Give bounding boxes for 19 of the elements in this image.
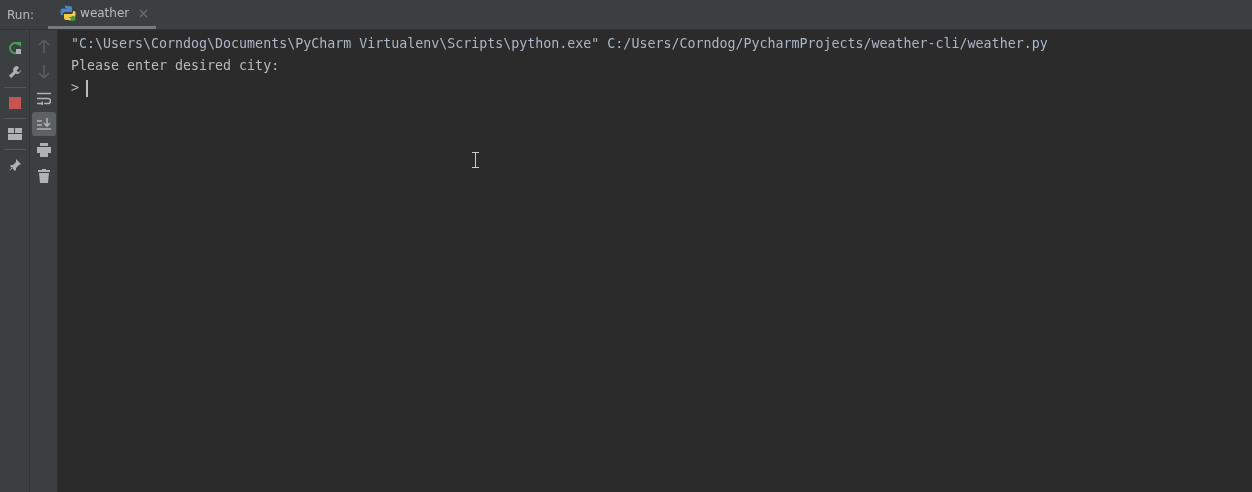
pin-icon [7, 158, 22, 172]
scroll-end-icon [36, 118, 51, 130]
arrow-up-icon [37, 39, 50, 53]
trash-icon [37, 169, 50, 183]
rerun-icon [7, 41, 22, 55]
text-cursor-icon [472, 152, 479, 168]
wrap-icon [36, 91, 51, 105]
stop-icon [8, 97, 21, 109]
prompt-symbol: > [71, 79, 79, 97]
text-caret [86, 79, 88, 97]
output-text: Please enter desired city: [71, 57, 280, 75]
arrow-down-icon [37, 65, 50, 79]
command-line: "C:\Users\Corndog\Documents\PyCharm Virtualenv\Scripts\python.exe" C:/Users/Corndog/PycharmProjects/weather-cli/weather.py [71, 35, 1048, 53]
layout-icon [7, 128, 22, 140]
wrench-icon [7, 65, 22, 79]
scroll-end-button[interactable] [31, 112, 56, 136]
python-icon [60, 5, 77, 21]
printer-icon [36, 143, 51, 157]
run-label: Run: [6, 6, 36, 24]
